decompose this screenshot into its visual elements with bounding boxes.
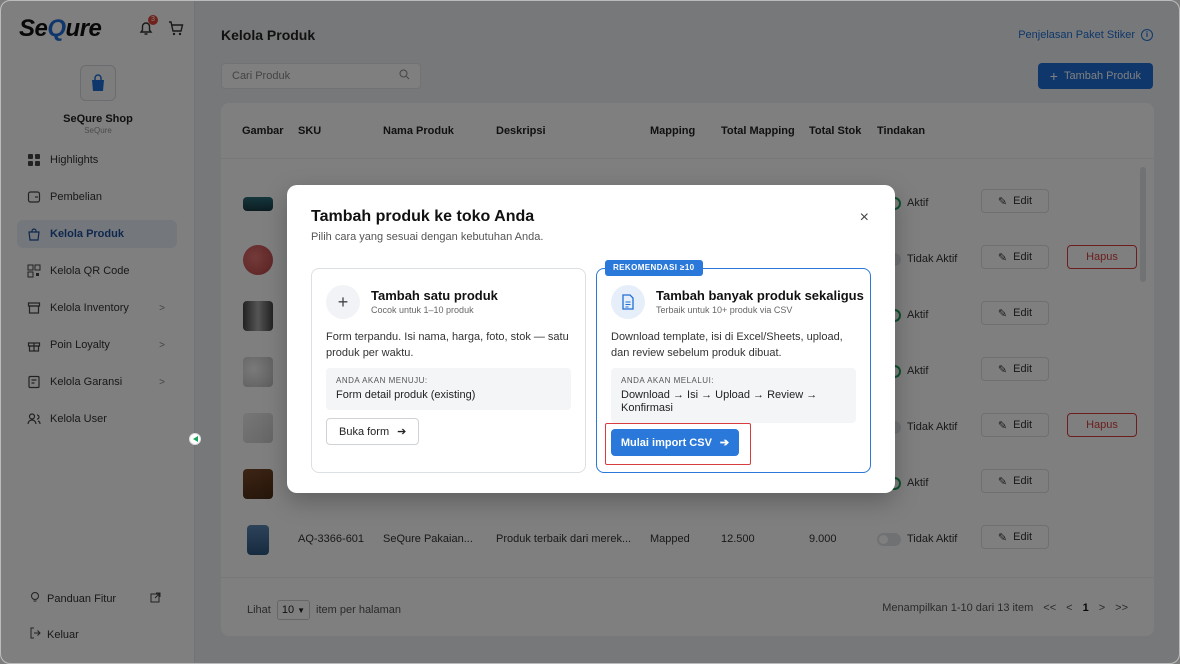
open-form-label: Buka form <box>339 425 390 438</box>
document-icon <box>611 285 645 319</box>
modal-subtitle: Pilih cara yang sesuai dengan kebutuhan … <box>311 231 544 243</box>
collapse-sidebar-toggle[interactable] <box>189 433 201 445</box>
option-destination-box: ANDA AKAN MENUJU: Form detail produk (ex… <box>326 368 571 410</box>
option-title: Tambah satu produk <box>371 288 498 303</box>
option-steps-box: ANDA AKAN MELALUI: Download → Isi → Uplo… <box>611 368 856 423</box>
option-box-value: Download → Isi → Upload → Review → Konfi… <box>621 389 818 414</box>
close-icon[interactable]: × <box>860 209 869 227</box>
start-csv-import-label: Mulai import CSV <box>620 436 712 449</box>
option-box-label: ANDA AKAN MENUJU: <box>336 376 428 385</box>
app-window: SeQure 3 SeQure Shop SeQure Highlights P… <box>0 0 1180 664</box>
open-form-button[interactable]: Buka form ➔ <box>326 418 420 445</box>
option-subtitle: Terbaik untuk 10+ produk via CSV <box>656 305 793 315</box>
modal-title: Tambah produk ke toko Anda <box>311 208 535 225</box>
recommendation-badge: REKOMENDASI ≥10 <box>605 260 703 276</box>
add-product-modal: Tambah produk ke toko Anda Pilih cara ya… <box>287 185 895 493</box>
plus-icon: + <box>326 285 360 319</box>
start-csv-import-button[interactable]: Mulai import CSV ➔ <box>611 429 739 456</box>
arrow-right-icon: ➔ <box>719 437 730 449</box>
arrow-right-icon: ➔ <box>397 426 407 438</box>
option-box-value: Form detail produk (existing) <box>336 389 476 401</box>
option-subtitle: Cocok untuk 1–10 produk <box>371 305 474 315</box>
bulk-import-option[interactable]: REKOMENDASI ≥10 Tambah banyak produk sek… <box>596 260 871 473</box>
single-product-option[interactable]: + Tambah satu produk Cocok untuk 1–10 pr… <box>311 268 586 473</box>
highlight-box: Mulai import CSV ➔ <box>605 423 751 465</box>
option-box-label: ANDA AKAN MELALUI: <box>621 376 715 385</box>
option-title: Tambah banyak produk sekaligus <box>656 288 864 303</box>
option-description: Download template, isi di Excel/Sheets, … <box>611 331 843 359</box>
option-description: Form terpandu. Isi nama, harga, foto, st… <box>326 331 569 359</box>
